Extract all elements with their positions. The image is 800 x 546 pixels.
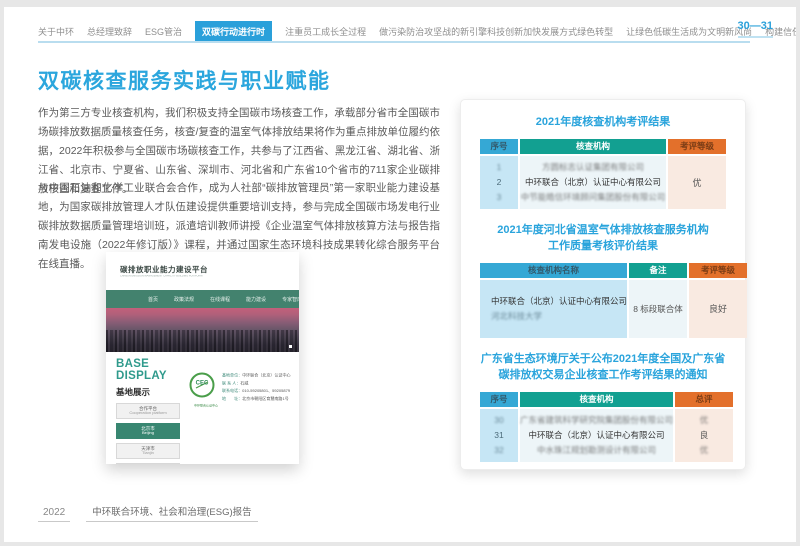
certification-badge: CEC 中环联合认证中心 [186,372,218,464]
contact-person: 联 系 人：石威 [222,380,290,388]
table3-header-org: 核查机构 [520,392,673,407]
region-tab-hebei: 河北省 Hebei [116,463,180,464]
table1-header-serial: 序号 [480,139,518,154]
table3-header-serial: 序号 [480,392,518,407]
region-tab-beijing-active: 北京市 Beijing [116,423,180,439]
table2-header-org: 核查机构名称 [480,263,627,278]
nav-group-left: 关于中环 总经理致辞 ESG管治 双碳行动进行时 注重员工成长全过程 做污染防治… [38,21,487,42]
nav-item-esg-governance[interactable]: ESG管治 [145,25,182,38]
table2-header-note: 备注 [629,263,687,278]
city-skyline-photo [106,308,299,352]
site-nav-capacity: 能力建设 [246,296,266,303]
platform-brand-subtitle: CARBON EMISSION MANAGEMENT CAPACITY BUIL… [120,275,202,277]
badge-label: 中环联合认证中心 [194,403,210,408]
table3-serial-cell: 30 31 32 [480,409,518,462]
nav-item-pollution-control[interactable]: 做污染防治攻坚战的新引擎 [379,25,487,38]
contact-phone: 联系电话：010-59205801、59205879 [222,388,290,396]
base-display-heading-en: BASE DISPLAY [116,358,180,383]
base-display-heading-zh: 基地展示 [116,386,180,398]
table1-serial-cell: 1 2 3 [480,156,518,209]
nav-item-green-lifestyle[interactable]: 让绿色低碳生活成为文明新风尚 [626,25,752,38]
nav-item-about[interactable]: 关于中环 [38,25,74,38]
base-display-column: BASE DISPLAY 基地展示 合作平台 Cooperation platf… [116,358,180,464]
site-nav-experts: 专家智库 [282,296,299,303]
page-number: 30—31 [738,20,773,38]
table2-title: 2021年度河北省温室气体排放核查服务机构 工作质量考核评价结果 [480,223,726,255]
carousel-dot [289,345,292,348]
section-title: 双碳核查服务实践与职业赋能 [38,65,331,95]
platform-brand: 碳排放职业能力建设平台 CARBON EMISSION MANAGEMENT C… [120,264,299,279]
table1: 序号 核查机构 考评等级 1 2 3 方圆标志认证集团有限公司 中环联合（北京）… [480,139,726,209]
results-panel: 2021年度核查机构考评结果 序号 核查机构 考评等级 1 2 3 方圆标志认证… [460,99,746,470]
site-nav-home: 首页 [148,296,158,303]
table2-org-cell: 中环联合（北京）认证中心有限公司 河北科技大学 [480,280,627,338]
table1-header-grade: 考评等级 [668,139,726,154]
table1-title: 2021年度核查机构考评结果 [480,115,726,131]
report-page: 关于中环 总经理致辞 ESG管治 双碳行动进行时 注重员工成长全过程 做污染防治… [4,7,796,542]
table3-header-grade: 总评 [675,392,733,407]
website-navbar: 首页 政策法规 在线课程 能力建设 专家智库 [106,290,299,308]
table2-grade-cell: 良好 [689,280,747,338]
table2: 核查机构名称 备注 考评等级 中环联合（北京）认证中心有限公司 河北科技大学 8… [480,263,726,338]
top-navigation: 关于中环 总经理致辞 ESG管治 双碳行动进行时 注重员工成长全过程 做污染防治… [38,21,750,42]
region-tab-cooperation: 合作平台 Cooperation platform [116,403,180,419]
base-contact-info: 基地单位：中环联合（北京）认证中心… 联 系 人：石威 联系电话：010-592… [222,372,291,464]
nav-item-dual-carbon-active[interactable]: 双碳行动进行时 [195,21,272,42]
table1-grade-cell: 优 [668,156,726,209]
table1-org-cell: 方圆标志认证集团有限公司 中环联合（北京）认证中心有限公司 中节能皓信环境顾问集… [520,156,666,209]
region-tab-list: 合作平台 Cooperation platform 北京市 Beijing 天津… [116,403,180,464]
table2-note-cell: 8 标段联合体 [629,280,687,338]
footer-year: 2022 [38,507,70,522]
platform-brand-title: 碳排放职业能力建设平台 [120,264,299,275]
cec-emblem-icon: CEC [189,372,215,398]
nav-item-tech-innovation[interactable]: 科技创新加快发展方式绿色转型 [487,25,613,38]
table3-title: 广东省生态环境厅关于公布2021年度全国及广东省 碳排放权交易企业核查工作考评结… [480,352,726,384]
site-nav-policy: 政策法规 [174,296,194,303]
footer-report-title: 中环联合环境、社会和治理(ESG)报告 [86,504,257,522]
table3-grade-cell: 优 良 优 [675,409,733,462]
table2-header-grade: 考评等级 [689,263,747,278]
svg-text:CEC: CEC [196,381,209,387]
contact-unit: 基地单位：中环联合（北京）认证中心… [222,372,290,380]
table1-header-org: 核查机构 [520,139,666,154]
page-footer: 2022 中环联合环境、社会和治理(ESG)报告 [38,504,258,522]
table3-org-cell: 广东省建筑科学研究院集团股份有限公司 中环联合（北京）认证中心有限公司 中水珠江… [520,409,673,462]
table3: 序号 核查机构 总评 30 31 32 广东省建筑科学研究院集团股份有限公司 中… [480,392,726,462]
website-header: 碳排放职业能力建设平台 CARBON EMISSION MANAGEMENT C… [106,252,299,290]
nav-item-ceo-message[interactable]: 总经理致辞 [87,25,132,38]
nav-item-employee-growth[interactable]: 注重员工成长全过程 [285,25,366,38]
nav-underline [38,41,750,43]
website-content: BASE DISPLAY 基地展示 合作平台 Cooperation platf… [106,352,299,464]
website-screenshot: 碳排放职业能力建设平台 CARBON EMISSION MANAGEMENT C… [106,252,299,464]
region-tab-tianjin: 天津市 Tianjin [116,443,180,459]
site-nav-courses: 在线课程 [210,296,230,303]
contact-address: 地 址：北京市朝阳区育慧南路1号 [222,396,290,404]
